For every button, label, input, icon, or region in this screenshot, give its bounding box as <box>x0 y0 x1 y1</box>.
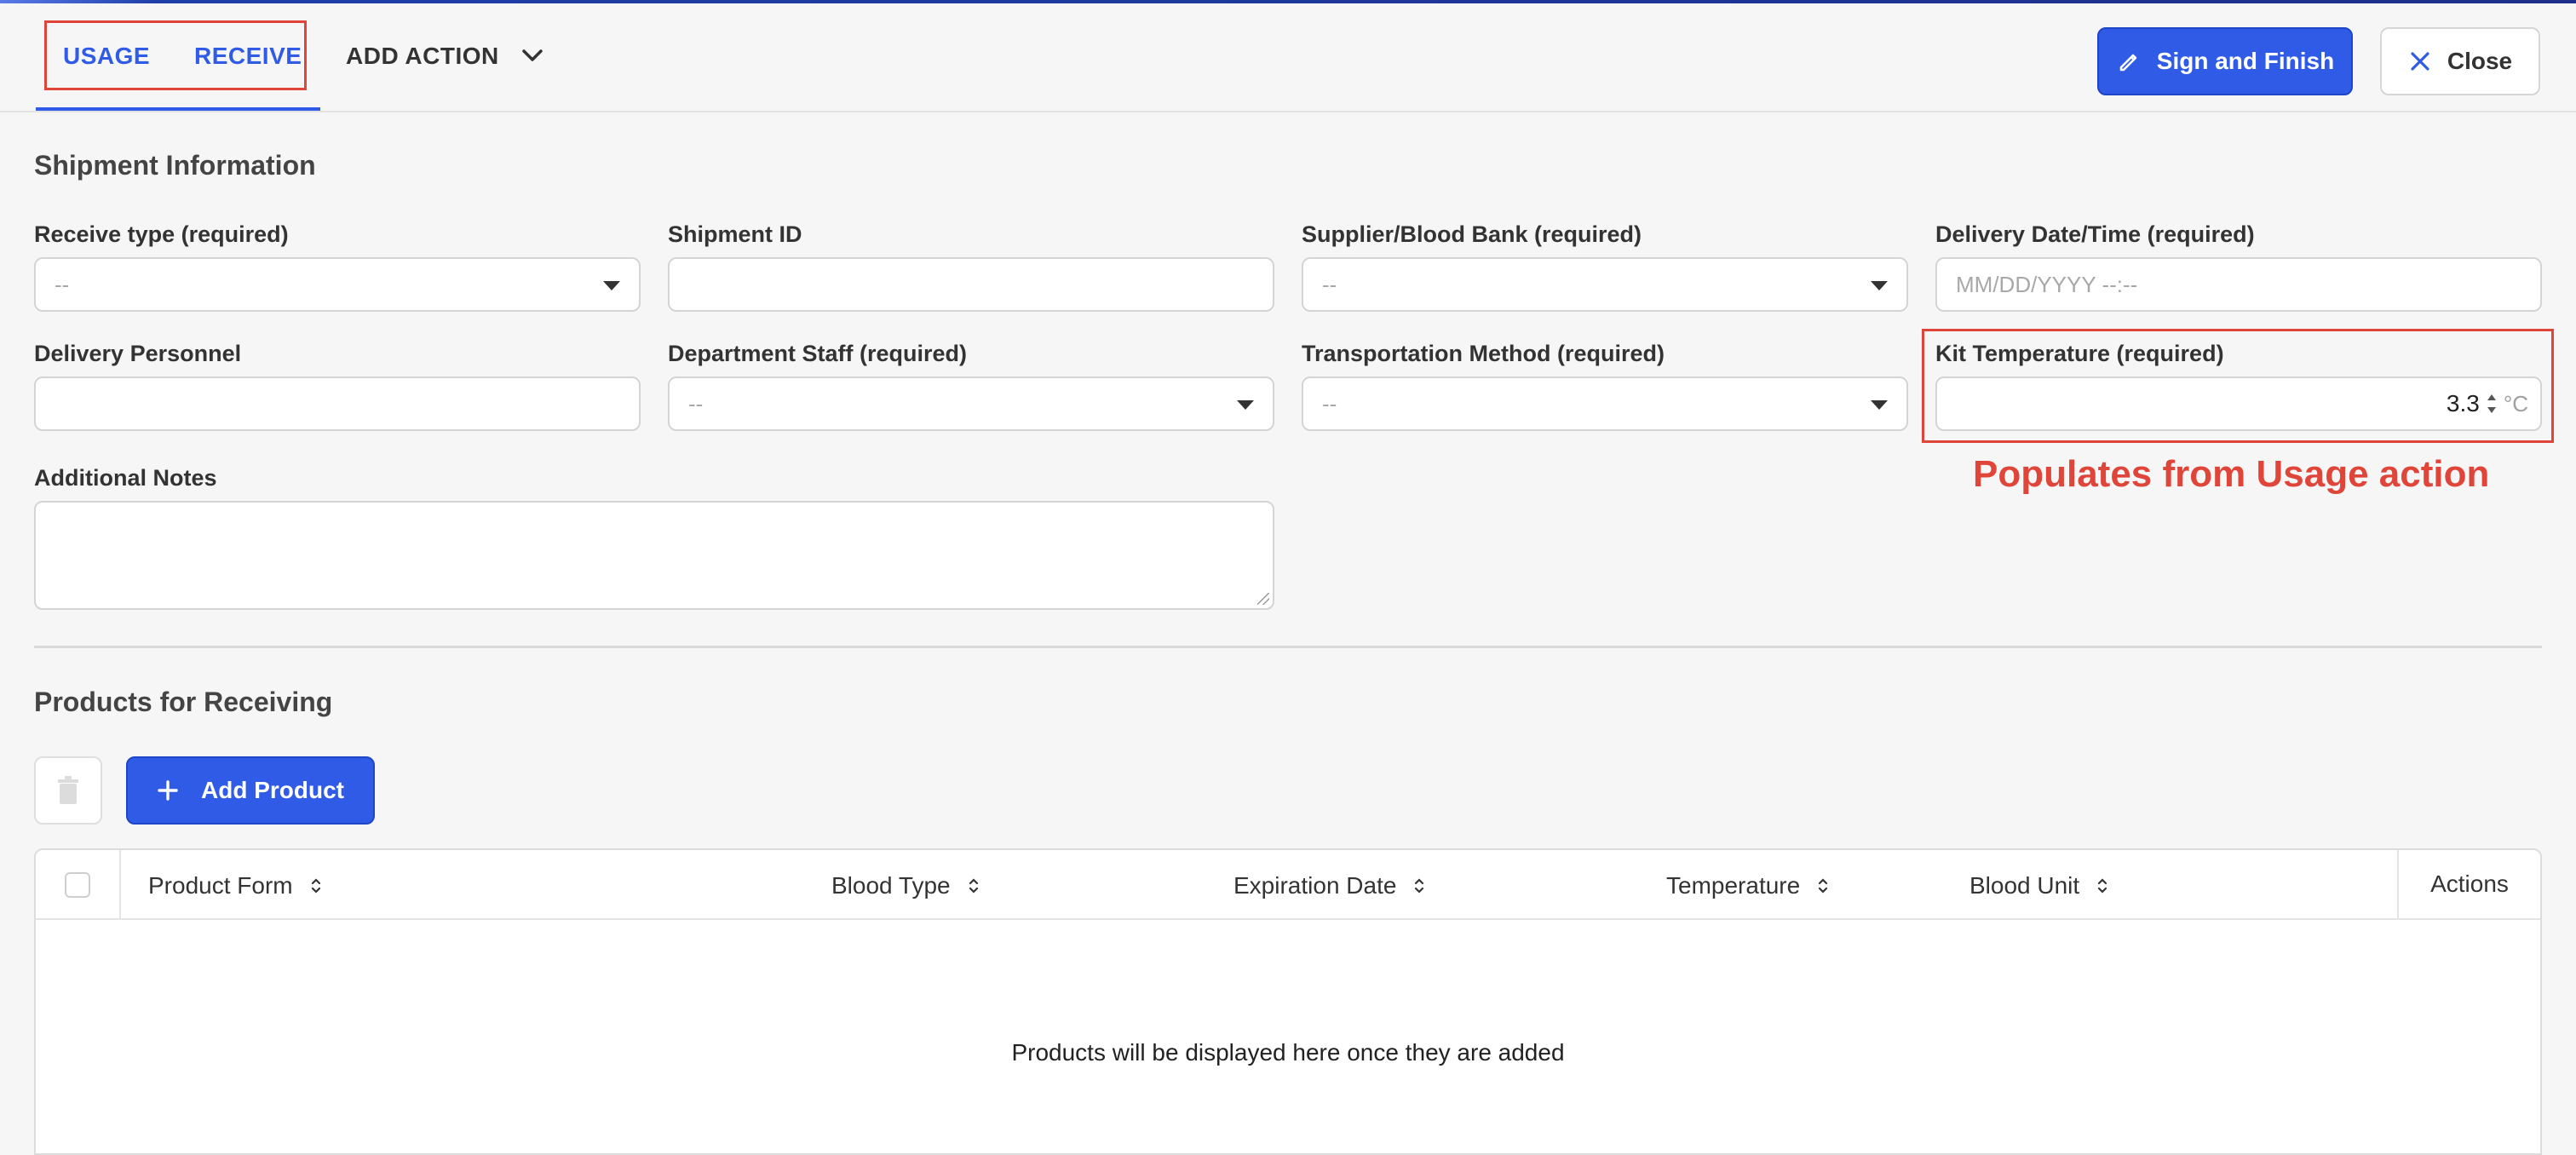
tab-receive[interactable]: RECEIVE <box>194 43 302 70</box>
caret-down-icon <box>1237 400 1254 410</box>
shipment-id-input[interactable] <box>668 257 1274 312</box>
caret-down-icon <box>1871 281 1888 290</box>
column-label: Blood Type <box>831 872 951 899</box>
delivery-personnel-input[interactable] <box>34 376 641 431</box>
stepper-icon[interactable] <box>2485 391 2498 417</box>
additional-notes-label: Additional Notes <box>34 465 217 491</box>
transport-method-select[interactable]: -- <box>1302 376 1908 431</box>
delivery-datetime-input[interactable]: MM/DD/YYYY --:-- <box>1935 257 2542 312</box>
select-all-checkbox[interactable] <box>65 872 90 898</box>
supplier-select[interactable]: -- <box>1302 257 1908 312</box>
caret-down-icon <box>1871 400 1888 410</box>
trash-icon <box>58 776 78 804</box>
department-staff-value: -- <box>688 390 704 417</box>
kit-temperature-label: Kit Temperature (required) <box>1935 341 2224 366</box>
sign-and-finish-button[interactable]: Sign and Finish <box>2097 27 2353 95</box>
column-label: Blood Unit <box>1969 872 2080 899</box>
column-header-product-form[interactable]: Product Form <box>148 872 322 899</box>
empty-state-message: Products will be displayed here once the… <box>1011 1039 1565 1066</box>
select-all-cell <box>36 850 121 918</box>
sort-icon <box>311 878 320 894</box>
column-header-temperature[interactable]: Temperature <box>1666 872 1829 899</box>
sign-and-finish-label: Sign and Finish <box>2156 48 2335 74</box>
receive-type-value: -- <box>55 271 70 297</box>
close-label: Close <box>2447 48 2513 74</box>
kit-temperature-unit: °C <box>2503 390 2528 417</box>
sort-icon <box>1415 878 1424 894</box>
close-button[interactable]: Close <box>2380 27 2540 95</box>
close-icon <box>2411 52 2429 71</box>
supplier-label: Supplier/Blood Bank (required) <box>1302 221 1642 247</box>
caret-down-icon <box>603 281 620 290</box>
chevron-down-icon[interactable] <box>520 46 545 65</box>
delivery-datetime-placeholder: MM/DD/YYYY --:-- <box>1956 271 2138 297</box>
column-header-blood-type[interactable]: Blood Type <box>831 872 980 899</box>
column-label: Expiration Date <box>1233 872 1397 899</box>
kit-temperature-input[interactable]: 3.3 °C <box>1935 376 2542 431</box>
additional-notes-textarea[interactable] <box>34 501 1274 610</box>
sort-icon <box>2098 878 2107 894</box>
receive-type-select[interactable]: -- <box>34 257 641 312</box>
receive-type-label: Receive type (required) <box>34 221 289 247</box>
tab-add-action[interactable]: ADD ACTION <box>346 43 499 70</box>
supplier-value: -- <box>1322 271 1337 297</box>
section-divider <box>34 646 2542 648</box>
active-tab-indicator <box>36 107 320 111</box>
pen-icon <box>2119 54 2137 72</box>
transport-method-label: Transportation Method (required) <box>1302 341 1665 366</box>
delivery-datetime-label: Delivery Date/Time (required) <box>1935 221 2255 247</box>
transport-method-value: -- <box>1322 390 1337 417</box>
column-header-blood-unit[interactable]: Blood Unit <box>1969 872 2108 899</box>
sort-icon <box>1819 878 1828 894</box>
delivery-personnel-label: Delivery Personnel <box>34 341 242 366</box>
column-label: Temperature <box>1666 872 1801 899</box>
add-product-button[interactable]: Add Product <box>126 756 375 825</box>
column-label: Product Form <box>148 872 293 899</box>
column-header-expiration-date[interactable]: Expiration Date <box>1233 872 1425 899</box>
products-table: Product Form Blood Type Expiration Date … <box>34 848 2542 1155</box>
add-product-label: Add Product <box>201 777 344 803</box>
resize-handle-icon[interactable] <box>1257 593 1269 605</box>
tab-usage[interactable]: USAGE <box>63 43 150 70</box>
delete-button[interactable] <box>34 756 102 825</box>
department-staff-select[interactable]: -- <box>668 376 1274 431</box>
plus-icon <box>158 780 178 801</box>
shipment-id-label: Shipment ID <box>668 221 802 247</box>
column-header-actions: Actions <box>2397 850 2540 918</box>
shipment-information-title: Shipment Information <box>34 150 316 181</box>
products-for-receiving-title: Products for Receiving <box>34 687 333 717</box>
kit-temperature-value: 3.3 <box>2446 390 2480 417</box>
sort-icon <box>969 878 978 894</box>
table-header: Product Form Blood Type Expiration Date … <box>36 850 2540 920</box>
action-toolbar: USAGE RECEIVE ADD ACTION Sign and Finish… <box>0 3 2576 112</box>
department-staff-label: Department Staff (required) <box>668 341 968 366</box>
annotation-callout: Populates from Usage action <box>1973 453 2490 495</box>
